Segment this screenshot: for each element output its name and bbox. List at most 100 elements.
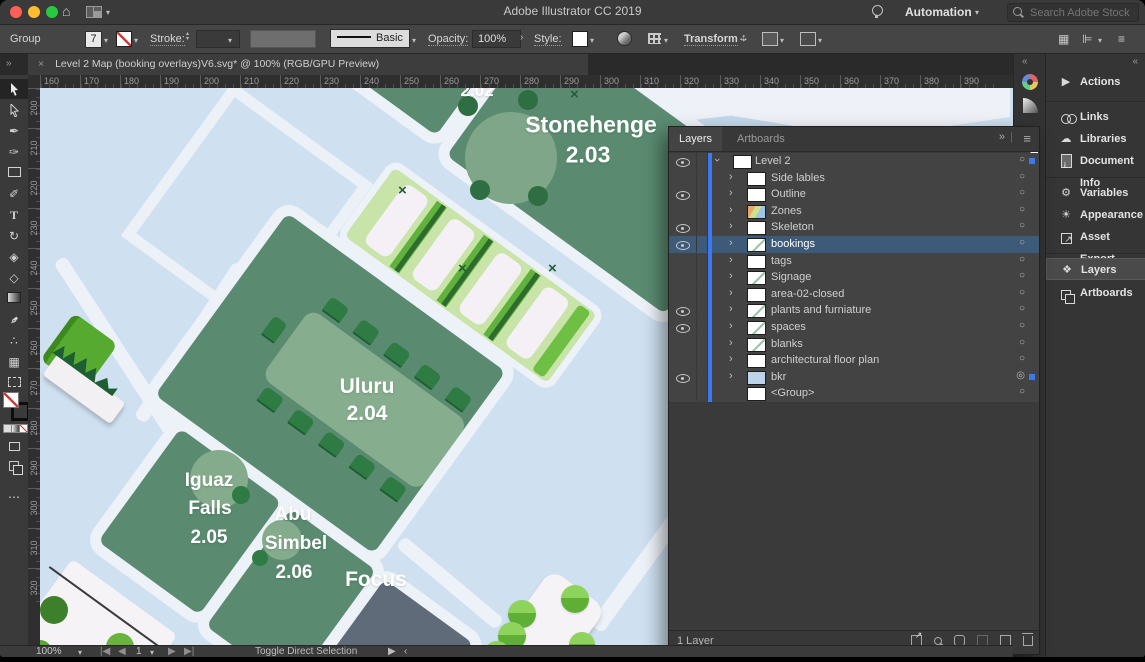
pen-tool[interactable]: ✒ [0,121,28,141]
expand-chevron-icon[interactable]: › [729,303,733,315]
stroke-weight-value[interactable] [196,30,240,48]
distribute-panel-icon[interactable]: ⊫ [1082,32,1092,46]
expand-chevron-icon[interactable]: › [729,287,733,299]
expand-chevron-icon[interactable]: › [729,254,733,266]
search-input[interactable] [1028,4,1137,21]
visibility-toggle[interactable] [669,369,697,385]
layer-name[interactable]: plants and furniature [771,304,871,316]
document-tab[interactable]: × Level 2 Map (booking overlays)V6.svg* … [28,54,588,75]
visibility-toggle[interactable] [669,385,697,401]
artboard-chevron-icon[interactable]: ▾ [150,647,154,657]
lock-toggle[interactable] [696,302,708,318]
panel-expand-icon[interactable]: » [999,131,1005,143]
lock-toggle[interactable] [696,336,708,352]
layer-name[interactable]: tags [771,255,792,267]
drawing-modes-icon[interactable] [0,437,28,457]
last-artboard-icon[interactable]: ▶| [184,646,194,657]
opacity-chevron-icon[interactable]: › [520,32,523,43]
visibility-toggle[interactable] [669,302,697,318]
zoom-level[interactable]: 100% [36,646,62,657]
visibility-toggle[interactable] [669,319,697,335]
panel-collapse-icon[interactable]: « [1022,56,1028,67]
paintbrush-tool[interactable]: ✐ [0,184,28,204]
edit-toolbar-icon[interactable]: ⋯ [0,487,28,507]
zoom-chevron-icon[interactable]: ▾ [78,647,82,657]
visibility-toggle[interactable] [669,203,697,219]
visibility-toggle[interactable] [669,236,697,252]
rectangle-tool[interactable] [0,163,28,183]
target-circle[interactable]: ○ [1019,303,1025,314]
recolor-artwork-icon[interactable] [617,31,632,46]
layer-name[interactable]: architectural floor plan [771,354,879,366]
lock-toggle[interactable] [696,253,708,269]
paint-style-buttons[interactable] [2,424,28,432]
dock-item-asset-export[interactable]: Asset Export [1046,226,1145,248]
lock-toggle[interactable] [696,352,708,368]
lock-toggle[interactable] [696,186,708,202]
dock-item-appearance[interactable]: ☀ Appearance [1046,204,1145,226]
dock-item-artboards[interactable]: Artboards [1046,282,1145,304]
visibility-toggle[interactable] [669,186,697,202]
expand-chevron-icon[interactable]: › [729,337,733,349]
delete-layer-icon[interactable] [1023,636,1033,649]
target-circle[interactable]: ○ [1019,237,1025,248]
mesh-tool[interactable]: ▦ [0,352,28,372]
lock-toggle[interactable] [696,385,708,401]
layer-name[interactable]: blanks [771,338,803,350]
layer-row-skeleton[interactable]: › Skeleton ○ [669,219,1039,237]
expand-chevron-icon[interactable]: › [729,320,733,332]
style-swatch[interactable] [572,31,588,47]
layer-name[interactable]: bkr [771,371,786,383]
direct-selection-tool[interactable] [0,100,28,120]
layer-row-group[interactable]: <Group> ○ [669,385,1039,403]
layer-name[interactable]: <Group> [771,387,814,399]
target-circle[interactable]: ○ [1019,337,1025,348]
ruler-horizontal[interactable]: 1601701801902002102202302402502602702802… [40,75,1013,89]
curvature-tool[interactable]: ✑ [0,142,28,162]
target-circle[interactable]: ○ [1019,204,1025,215]
shape-builder-tool[interactable]: ◇ [0,268,28,288]
layer-row-signage[interactable]: › Signage ○ [669,269,1039,287]
free-transform-icon[interactable]: ↔↕ [738,32,749,44]
visibility-toggle[interactable] [669,269,697,285]
search-adobe-stock-field[interactable] [1007,3,1139,22]
automation-chevron-icon[interactable]: ▾ [975,8,979,17]
target-circle[interactable]: ○ [1019,220,1025,231]
lock-toggle[interactable] [696,369,708,385]
none-button[interactable] [19,424,28,433]
lightbulb-icon[interactable] [872,5,883,16]
expand-chevron-icon[interactable]: › [729,171,733,183]
eraser-tool[interactable]: ◈ [0,247,28,267]
transform-link[interactable]: Transform [684,33,738,46]
layer-name[interactable]: Skeleton [771,221,814,233]
automation-menu[interactable]: Automation [905,5,972,19]
panel-menu-icon[interactable]: ≡ [1023,131,1031,146]
expand-chevron-icon[interactable]: › [729,270,733,282]
stroke-weight-chevron-icon[interactable]: ▾ [228,36,232,45]
dock-item-libraries[interactable]: ☁ Libraries [1046,128,1145,150]
layer-name[interactable]: area-02-closed [771,288,844,300]
layer-row-plants-and-furniature[interactable]: › plants and furniature ○ [669,302,1039,320]
layer-name[interactable]: spaces [771,321,806,333]
isolate-mode-icon[interactable] [800,32,816,46]
layer-name[interactable]: Level 2 [755,155,790,167]
dock-item-layers[interactable]: ❖ Layers [1046,258,1145,280]
first-artboard-icon[interactable]: |◀ [100,646,110,657]
lock-toggle[interactable] [696,203,708,219]
brush-chevron-icon[interactable]: ▾ [412,36,416,45]
artboard-tool[interactable] [0,373,28,393]
status-play-icon[interactable]: ▶ [388,646,396,657]
tab-layers[interactable]: Layers [669,127,722,151]
layer-name[interactable]: bookings [771,238,815,250]
lock-toggle[interactable] [696,269,708,285]
layer-name[interactable]: Outline [771,188,806,200]
align-chevron-icon[interactable]: ▾ [664,36,668,45]
expand-chevron-icon[interactable]: › [729,237,733,249]
expand-chevron-icon[interactable]: › [711,158,723,162]
align-grid-icon[interactable] [648,33,661,44]
selection-tool[interactable] [0,79,28,99]
layer-name[interactable]: Zones [771,205,802,217]
layer-row-architectural-floor-plan[interactable]: › architectural floor plan ○ [669,352,1039,370]
target-circle[interactable]: ○ [1019,320,1025,331]
lock-toggle[interactable] [696,170,708,186]
